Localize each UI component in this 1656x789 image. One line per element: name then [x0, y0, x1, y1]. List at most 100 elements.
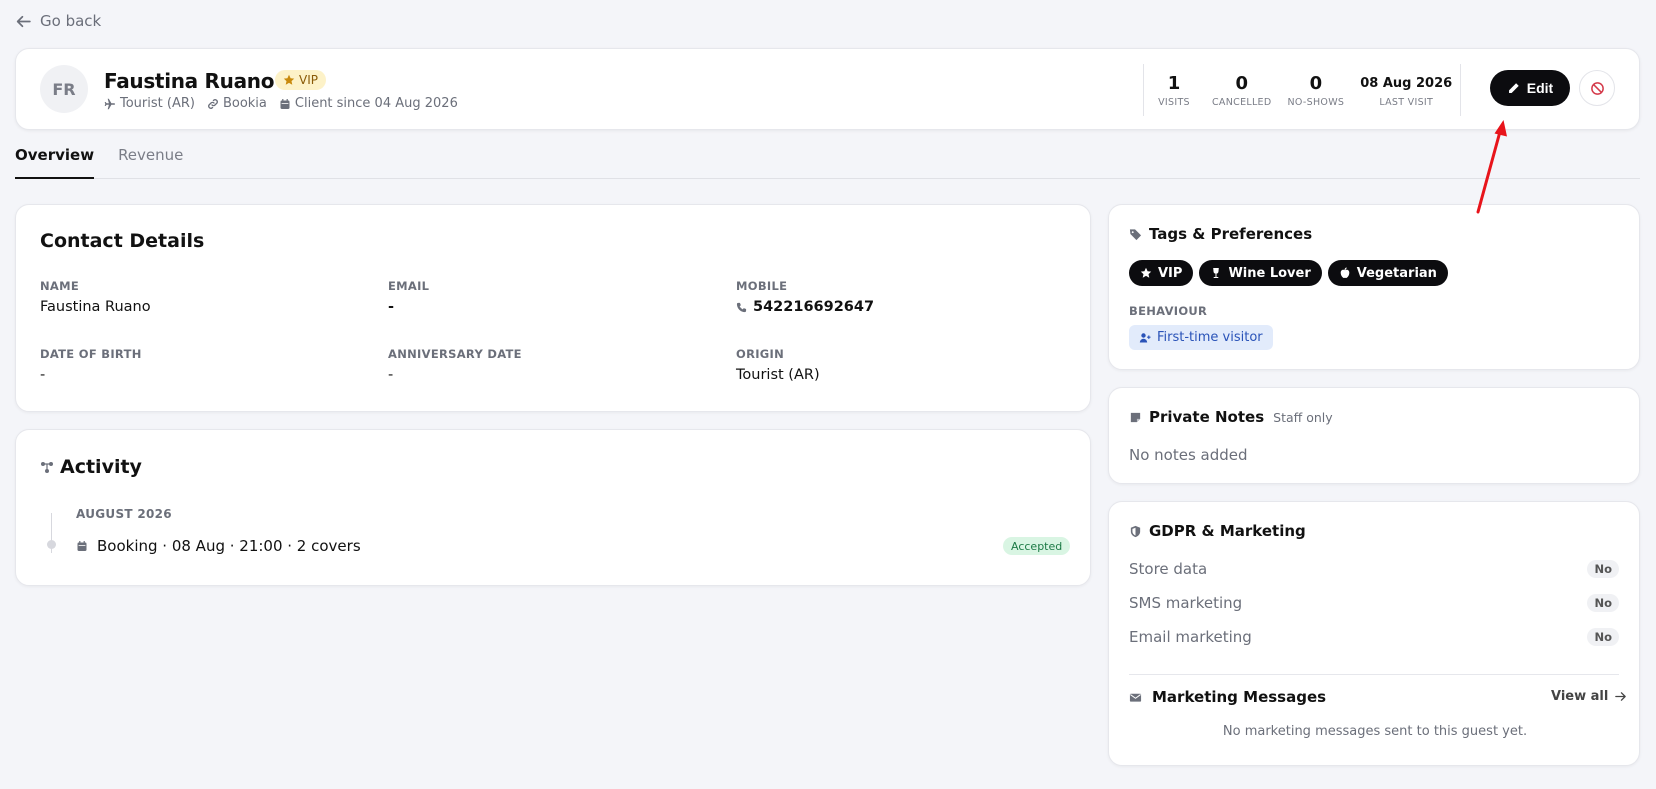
activity-title-label: Activity — [60, 456, 142, 478]
source-meta: Bookia — [207, 96, 267, 111]
contact-details-title: Contact Details — [40, 230, 205, 252]
tag-chip-label: Vegetarian — [1356, 265, 1437, 281]
divider — [1129, 674, 1619, 675]
edit-button-label: Edit — [1526, 80, 1554, 96]
marketing-messages-title-label: Marketing Messages — [1152, 688, 1327, 706]
stat-visits: 1 VISITS — [1144, 73, 1204, 108]
vip-badge-label: VIP — [299, 73, 318, 87]
source-meta-label: Bookia — [222, 96, 267, 111]
origin-value: Tourist (AR) — [736, 367, 820, 383]
gdpr-row-value: No — [1587, 560, 1619, 578]
tab-revenue[interactable]: Revenue — [118, 138, 183, 179]
behaviour-chip: First-time visitor — [1129, 325, 1273, 350]
mobile-label: MOBILE — [736, 279, 788, 293]
star-icon — [283, 74, 295, 85]
private-notes-card: Private Notes Staff only No notes added — [1108, 387, 1640, 484]
dob-value: - — [40, 367, 46, 383]
gdpr-marketing-card: GDPR & Marketing Store data No SMS marke… — [1108, 501, 1640, 766]
gdpr-row-email-marketing: Email marketing No — [1129, 628, 1619, 646]
apple-icon — [1340, 267, 1350, 278]
no-notes-text: No notes added — [1129, 446, 1248, 464]
calendar-icon — [280, 98, 290, 109]
activity-title: Activity — [40, 456, 142, 478]
guest-meta: Tourist (AR) Bookia Client since 04 Aug … — [104, 96, 458, 111]
ban-icon — [1590, 81, 1604, 95]
go-back-link[interactable]: Go back — [15, 12, 101, 30]
tags-preferences-card: Tags & Preferences VIP Wine Lover Vegeta… — [1108, 204, 1640, 370]
gdpr-row-label: Store data — [1129, 560, 1208, 578]
guest-stats: 1 VISITS 0 CANCELLED 0 NO-SHOWS 08 Aug 2… — [1143, 64, 1462, 116]
private-notes-title: Private Notes Staff only — [1129, 408, 1333, 426]
tab-bar: Overview Revenue — [15, 138, 1640, 179]
envelope-icon — [1129, 693, 1142, 702]
tab-overview[interactable]: Overview — [15, 138, 95, 179]
stat-last-visit-label: LAST VISIT — [1379, 96, 1434, 108]
name-label: NAME — [40, 279, 80, 293]
gdpr-row-label: Email marketing — [1129, 628, 1252, 646]
activity-item[interactable]: Booking · 08 Aug · 21:00 · 2 covers — [76, 537, 361, 555]
note-icon — [1130, 412, 1141, 422]
client-since-meta: Client since 04 Aug 2026 — [279, 96, 458, 111]
stat-last-visit: 08 Aug 2026 LAST VISIT — [1352, 73, 1460, 108]
gdpr-row-label: SMS marketing — [1129, 594, 1243, 612]
stat-no-shows-label: NO-SHOWS — [1287, 96, 1345, 108]
behaviour-value: First-time visitor — [1157, 330, 1263, 345]
client-since-label: Client since 04 Aug 2026 — [294, 96, 458, 111]
plane-icon — [104, 98, 115, 109]
go-back-label: Go back — [40, 12, 102, 30]
private-notes-title-label: Private Notes — [1149, 408, 1265, 426]
email-label: EMAIL — [388, 279, 430, 293]
stat-cancelled: 0 CANCELLED — [1204, 73, 1279, 108]
guest-header-card: FR Faustina Ruano VIP Tourist (AR) Booki… — [15, 48, 1640, 130]
edit-button[interactable]: Edit — [1490, 70, 1570, 106]
activity-item-text: Booking · 08 Aug · 21:00 · 2 covers — [97, 537, 361, 555]
stat-last-visit-value: 08 Aug 2026 — [1360, 75, 1453, 91]
avatar: FR — [40, 65, 88, 113]
gdpr-row-store-data: Store data No — [1129, 560, 1619, 578]
origin-meta: Tourist (AR) — [104, 96, 195, 111]
name-value: Faustina Ruano — [40, 299, 151, 315]
stat-no-shows: 0 NO-SHOWS — [1279, 73, 1352, 108]
origin-field: ORIGIN Tourist (AR) — [736, 347, 820, 383]
calendar-icon — [77, 541, 87, 551]
tags-title-label: Tags & Preferences — [1149, 225, 1313, 243]
tag-chip-vip[interactable]: VIP — [1129, 260, 1194, 286]
stat-visits-value: 1 — [1167, 72, 1181, 94]
marketing-messages-title: Marketing Messages — [1129, 688, 1326, 706]
vip-badge: VIP — [275, 70, 326, 90]
dob-field: DATE OF BIRTH - — [40, 347, 142, 383]
gdpr-row-value: No — [1587, 594, 1619, 612]
activity-month: AUGUST 2026 — [76, 507, 172, 521]
status-badge: Accepted — [1003, 537, 1071, 555]
contact-details-card: Contact Details NAME Faustina Ruano EMAI… — [15, 204, 1091, 412]
mobile-value: 542216692647 — [736, 299, 874, 315]
email-field: EMAIL - — [388, 279, 429, 315]
gdpr-title: GDPR & Marketing — [1129, 522, 1306, 540]
shield-icon — [1130, 525, 1141, 537]
arrow-left-icon — [16, 15, 31, 27]
view-all-label: View all — [1551, 689, 1609, 704]
tag-chip-vegetarian[interactable]: Vegetarian — [1327, 260, 1448, 286]
tag-list: VIP Wine Lover Vegetarian — [1129, 260, 1448, 286]
block-guest-button[interactable] — [1579, 70, 1615, 106]
staff-only-label: Staff only — [1273, 409, 1333, 425]
no-marketing-messages-text: No marketing messages sent to this guest… — [1222, 724, 1528, 739]
user-plus-icon — [1139, 332, 1151, 342]
gdpr-title-label: GDPR & Marketing — [1149, 522, 1306, 540]
tag-chip-label: VIP — [1158, 265, 1183, 281]
stat-cancelled-value: 0 — [1235, 72, 1248, 94]
tags-title: Tags & Preferences — [1129, 225, 1312, 243]
tag-chip-wine-lover[interactable]: Wine Lover — [1199, 260, 1322, 286]
anniversary-label: ANNIVERSARY DATE — [388, 347, 522, 361]
view-all-link[interactable]: View all — [1551, 689, 1627, 704]
stat-visits-label: VISITS — [1158, 96, 1190, 108]
mobile-number: 542216692647 — [753, 299, 875, 315]
anniversary-value: - — [388, 367, 394, 383]
wine-glass-icon — [1213, 268, 1220, 278]
pencil-icon — [1508, 82, 1519, 93]
timeline-icon — [41, 462, 53, 473]
activity-card: Activity AUGUST 2026 Booking · 08 Aug · … — [15, 429, 1091, 586]
timeline-dot — [47, 540, 56, 549]
stat-cancelled-label: CANCELLED — [1212, 96, 1272, 108]
link-icon — [208, 98, 218, 109]
